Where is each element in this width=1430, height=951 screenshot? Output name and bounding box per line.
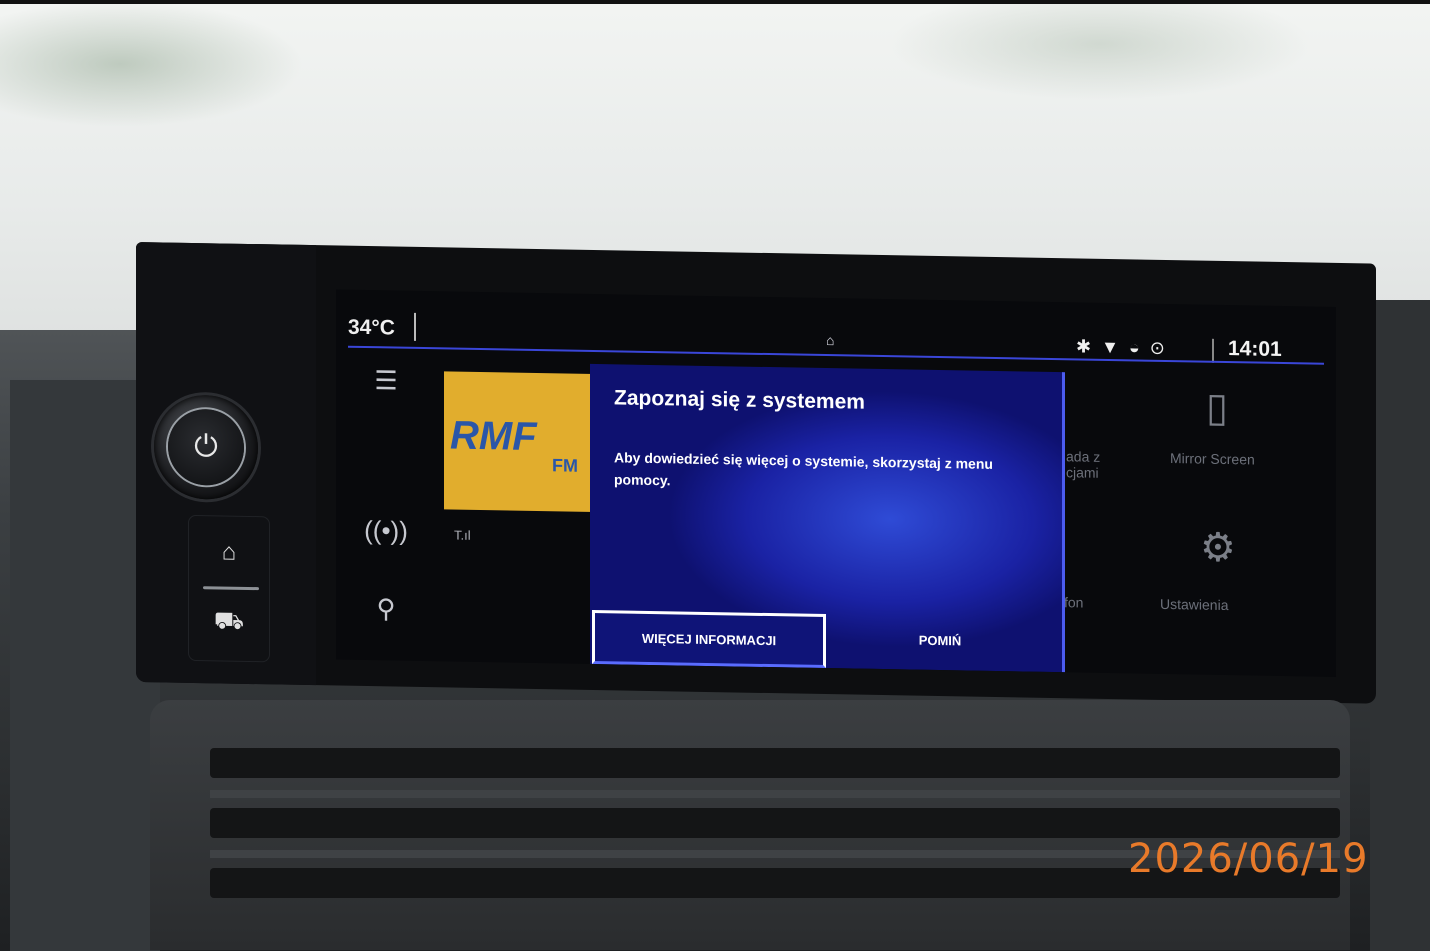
radio-station-logo[interactable]: RMF FM [444, 371, 594, 512]
power-knob[interactable]: ⏻ [154, 394, 258, 501]
car-icon[interactable]: ⛟ [211, 604, 247, 641]
skip-button[interactable]: POMIŃ [840, 614, 1040, 665]
dialog-title: Zapoznaj się z systemem [614, 386, 865, 414]
air-vent [210, 808, 1340, 838]
air-vent-slat [210, 790, 1340, 798]
status-bar: 34°C ⌂ ✱▼◒⊙ 14:01 [336, 289, 1336, 363]
clock: 14:01 [1228, 337, 1282, 361]
car-connect-icon: ◒ [1128, 337, 1150, 358]
dashboard-right-panel [1370, 300, 1430, 951]
bluetooth-icon: ✱ [1076, 336, 1102, 357]
home-icon[interactable]: ⌂ [211, 534, 247, 571]
hardware-buttons: ⌂ ⛟ [188, 514, 270, 663]
power-icon[interactable]: ⏻ [168, 408, 244, 486]
onboarding-dialog: Zapoznaj się z systemem Aby dowiedzieć s… [590, 363, 1065, 673]
signal-strength: T.ıl [454, 527, 471, 543]
air-vent [210, 748, 1340, 778]
gear-icon[interactable]: ⚙ [1200, 525, 1236, 572]
search-icon[interactable]: ⚲ [366, 588, 406, 629]
head-unit: ⏻ ⌂ ⛟ 34°C ⌂ ✱▼◒⊙ 14:01 ☰ ((•)) ⚲ RMF FM [136, 242, 1376, 704]
phone-tile-label: fon [1064, 594, 1084, 611]
location-icon: ⊙ [1149, 337, 1175, 359]
mirror-screen-label[interactable]: Mirror Screen [1170, 450, 1255, 467]
head-unit-controls: ⏻ ⌂ ⛟ [136, 242, 316, 686]
station-logo-text: RMF [450, 413, 537, 459]
temperature: 34°C [348, 315, 395, 340]
menu-icon[interactable]: ☰ [366, 360, 406, 401]
wifi-icon: ▼ [1101, 336, 1129, 358]
partial-tile-label: ada z cjami [1066, 448, 1101, 481]
status-separator [1212, 338, 1214, 363]
station-logo-sub: FM [552, 455, 578, 476]
hardware-divider [203, 586, 259, 591]
status-separator [414, 312, 416, 341]
status-icons: ✱▼◒⊙ [1076, 336, 1175, 359]
sidebar: ☰ ((•)) ⚲ [350, 360, 420, 651]
settings-label[interactable]: Ustawienia [1160, 596, 1228, 613]
more-info-button[interactable]: WIĘCEJ INFORMACJI [592, 609, 826, 669]
infotainment-screen: 34°C ⌂ ✱▼◒⊙ 14:01 ☰ ((•)) ⚲ RMF FM T.ıl … [336, 289, 1336, 677]
app-tiles: ▯ Mirror Screen ada z cjami ⚙ Ustawienia… [1056, 382, 1336, 677]
photo-date-stamp: 2026/06/19 [1128, 836, 1369, 882]
mirror-screen-icon[interactable]: ▯ [1206, 385, 1228, 431]
radio-source-icon[interactable]: ((•)) [364, 510, 408, 551]
home-indicator-icon[interactable]: ⌂ [826, 332, 834, 348]
dialog-body: Aby dowiedzieć się więcej o systemie, sk… [614, 449, 993, 489]
